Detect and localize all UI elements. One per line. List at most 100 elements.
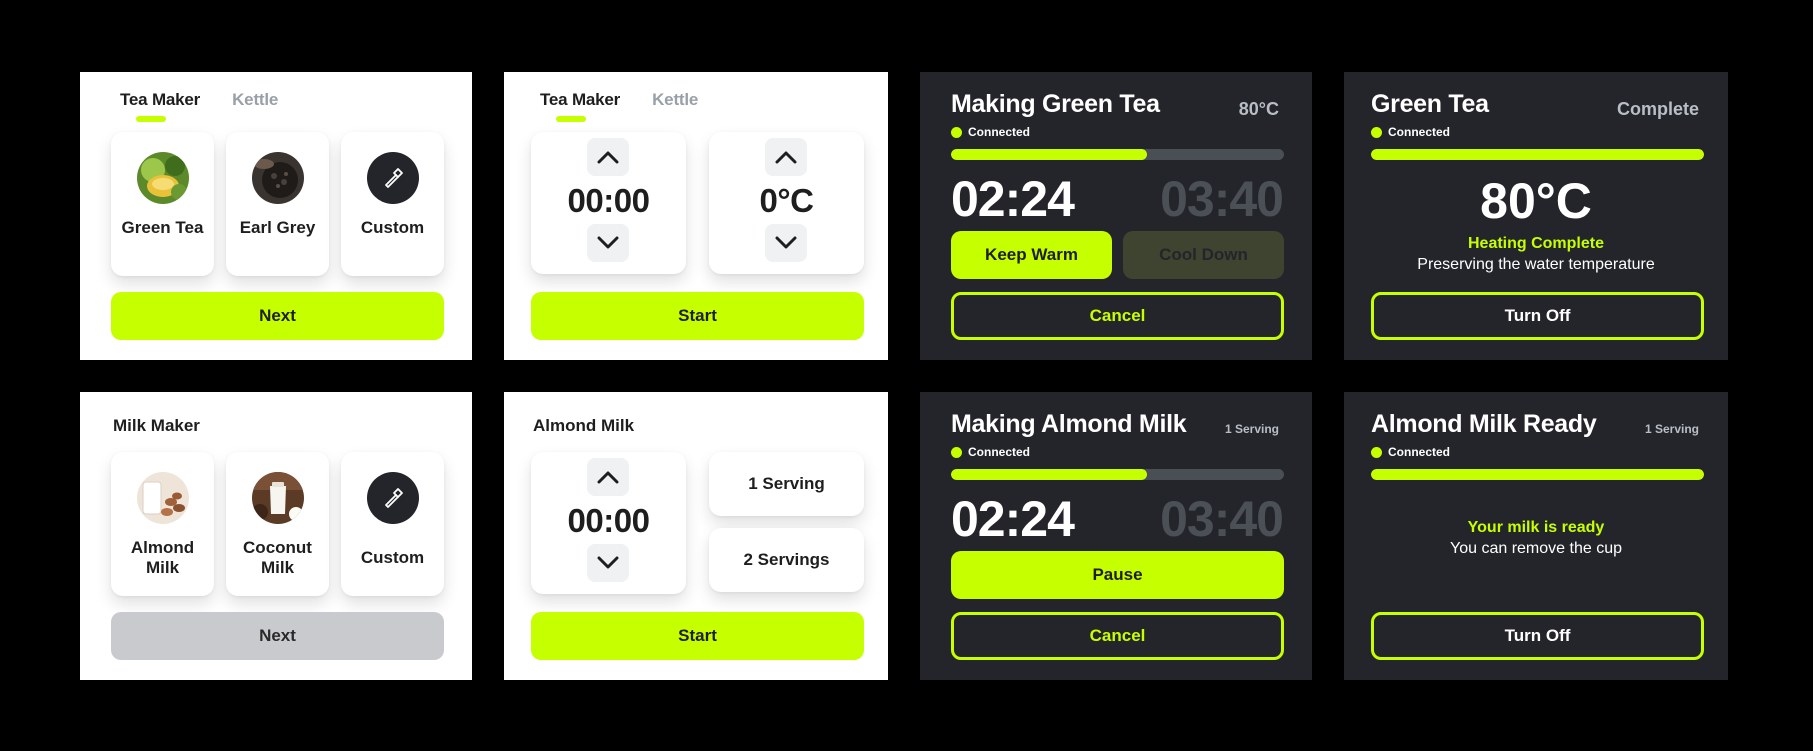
pause-button[interactable]: Pause bbox=[951, 551, 1284, 599]
preserving-message: Preserving the water temperature bbox=[1417, 256, 1655, 273]
card-green-tea[interactable]: Green Tea bbox=[111, 132, 214, 276]
target-temperature: 80°C bbox=[1238, 99, 1279, 119]
serving-option-1[interactable]: 1 Serving bbox=[709, 452, 864, 516]
timer-dial: 00:00 bbox=[531, 132, 686, 274]
card-label: Custom bbox=[360, 548, 425, 567]
chevron-down-icon bbox=[597, 556, 619, 569]
connection-status: Connected bbox=[951, 445, 1030, 459]
hammer-icon bbox=[366, 152, 419, 204]
progress-fill bbox=[951, 149, 1148, 160]
tab-label: Tea Maker bbox=[540, 90, 621, 109]
temperature-dial: 0°C bbox=[709, 132, 864, 274]
next-button[interactable]: Next bbox=[111, 612, 444, 660]
tab-kettle[interactable]: Kettle bbox=[652, 90, 698, 110]
card-label: Coconut Milk bbox=[243, 538, 312, 577]
panel-title: Milk Maker bbox=[113, 416, 200, 435]
turn-off-button[interactable]: Turn Off bbox=[1371, 612, 1704, 660]
tab-bar: Tea Maker Kettle bbox=[540, 90, 698, 122]
panel-title: Almond Milk bbox=[533, 416, 635, 435]
panel-title: Green Tea bbox=[1371, 90, 1489, 118]
card-coconut-milk[interactable]: Coconut Milk bbox=[226, 452, 329, 596]
tab-bar: Tea Maker Kettle bbox=[120, 90, 278, 122]
cancel-button[interactable]: Cancel bbox=[951, 292, 1284, 340]
chevron-down-icon bbox=[775, 236, 797, 249]
cancel-button[interactable]: Cancel bbox=[951, 612, 1284, 660]
tab-tea-maker[interactable]: Tea Maker bbox=[120, 90, 201, 122]
making-milk-panel: Making Almond Milk 1 Serving Connected 0… bbox=[920, 392, 1312, 680]
milk-ready-panel: Almond Milk Ready 1 Serving Connected Yo… bbox=[1344, 392, 1728, 680]
timer-dial: 00:00 bbox=[531, 452, 686, 594]
card-label: Custom bbox=[360, 218, 425, 237]
progress-fill bbox=[1371, 149, 1704, 160]
elapsed-time: 02:24 bbox=[951, 171, 1075, 227]
card-label: Earl Grey bbox=[239, 218, 316, 237]
next-button[interactable]: Next bbox=[111, 292, 444, 340]
milk-setup-panel: Almond Milk 00:00 1 Serving 2 Servings S… bbox=[504, 392, 888, 680]
timer-decrease-button[interactable] bbox=[587, 544, 629, 582]
remove-cup-message: You can remove the cup bbox=[1450, 540, 1622, 557]
elapsed-time: 02:24 bbox=[951, 491, 1075, 547]
milk-ready-message: Your milk is ready bbox=[1467, 519, 1605, 536]
card-label: Green Tea bbox=[121, 218, 204, 237]
keep-warm-button[interactable]: Keep Warm bbox=[951, 231, 1112, 279]
panel-title: Making Green Tea bbox=[951, 90, 1160, 118]
status-label: Connected bbox=[968, 125, 1031, 139]
timer-decrease-button[interactable] bbox=[587, 224, 629, 262]
earl-grey-image bbox=[251, 152, 304, 204]
active-tab-indicator bbox=[556, 116, 586, 122]
card-almond-milk[interactable]: Almond Milk bbox=[111, 452, 214, 596]
card-custom[interactable]: Custom bbox=[341, 452, 444, 596]
panel-title: Almond Milk Ready bbox=[1371, 410, 1597, 438]
status-dot-icon bbox=[1371, 446, 1382, 458]
serving-count: 1 Serving bbox=[1644, 422, 1699, 436]
milk-select-panel: Milk Maker Almond Milk Coconut Milk Cust… bbox=[80, 392, 472, 680]
connection-status: Connected bbox=[1371, 125, 1450, 139]
status-dot-icon bbox=[951, 126, 962, 138]
progress-fill bbox=[1371, 469, 1704, 480]
progress-bar bbox=[951, 149, 1284, 160]
hammer-icon bbox=[366, 472, 419, 524]
chevron-up-icon bbox=[597, 151, 619, 164]
status-dot-icon bbox=[951, 446, 962, 458]
progress-bar bbox=[1371, 149, 1704, 160]
timer-value: 00:00 bbox=[567, 502, 650, 539]
tea-complete-panel: Green Tea Complete Connected 80°C Heatin… bbox=[1344, 72, 1728, 360]
total-time: 03:40 bbox=[1160, 491, 1284, 547]
chevron-down-icon bbox=[597, 236, 619, 249]
start-button[interactable]: Start bbox=[531, 292, 864, 340]
progress-fill bbox=[951, 469, 1148, 480]
timer-increase-button[interactable] bbox=[587, 138, 629, 176]
serving-count: 1 Serving bbox=[1224, 422, 1279, 436]
total-time: 03:40 bbox=[1160, 171, 1284, 227]
start-button[interactable]: Start bbox=[531, 612, 864, 660]
heating-complete-message: Heating Complete bbox=[1467, 235, 1604, 252]
tab-label: Tea Maker bbox=[120, 90, 201, 109]
timer-increase-button[interactable] bbox=[587, 458, 629, 496]
active-tab-indicator bbox=[136, 116, 166, 122]
almond-milk-image bbox=[136, 472, 189, 524]
coconut-milk-image bbox=[251, 472, 304, 524]
progress-bar bbox=[1371, 469, 1704, 480]
temperature-decrease-button[interactable] bbox=[765, 224, 807, 262]
temperature-increase-button[interactable] bbox=[765, 138, 807, 176]
card-label: Almond Milk bbox=[130, 538, 195, 577]
tab-tea-maker[interactable]: Tea Maker bbox=[540, 90, 621, 122]
panel-title: Making Almond Milk bbox=[951, 410, 1187, 438]
chevron-up-icon bbox=[597, 471, 619, 484]
connection-status: Connected bbox=[1371, 445, 1450, 459]
tab-kettle[interactable]: Kettle bbox=[232, 90, 278, 110]
chevron-up-icon bbox=[775, 151, 797, 164]
green-tea-image bbox=[136, 152, 189, 204]
status-label: Connected bbox=[968, 445, 1031, 459]
card-earl-grey[interactable]: Earl Grey bbox=[226, 132, 329, 276]
tab-label: Kettle bbox=[652, 90, 699, 109]
card-custom[interactable]: Custom bbox=[341, 132, 444, 276]
tea-setup-panel: Tea Maker Kettle 00:00 0°C Start bbox=[504, 72, 888, 360]
turn-off-button[interactable]: Turn Off bbox=[1371, 292, 1704, 340]
connection-status: Connected bbox=[951, 125, 1030, 139]
complete-state: Complete bbox=[1616, 99, 1699, 119]
cool-down-button[interactable]: Cool Down bbox=[1123, 231, 1284, 279]
serving-option-2[interactable]: 2 Servings bbox=[709, 528, 864, 592]
status-dot-icon bbox=[1371, 126, 1382, 138]
tea-select-panel: Tea Maker Kettle Green Tea Earl Grey Cus… bbox=[80, 72, 472, 360]
